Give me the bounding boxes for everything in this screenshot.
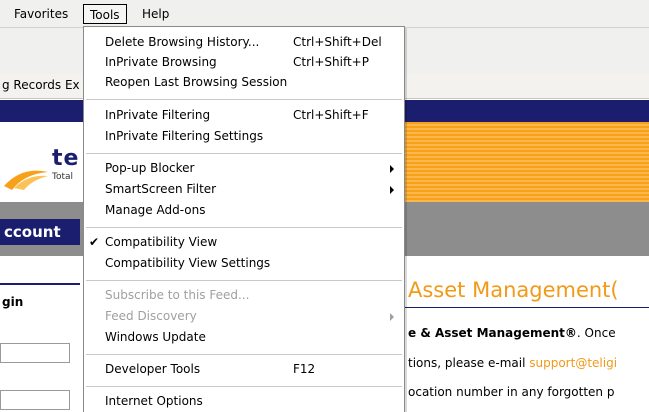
menu-item-shortcut: Ctrl+Shift+Del (293, 35, 382, 49)
menu-item-label: SmartScreen Filter (105, 182, 217, 196)
menu-item-manage-addons[interactable]: Manage Add-ons (84, 200, 404, 221)
sidebar-divider (0, 283, 80, 285)
menu-item-label: Delete Browsing History... (105, 35, 260, 49)
body-line-2: tions, please e-mail support@teligi (408, 356, 617, 370)
menu-item-label: Pop-up Blocker (105, 161, 195, 175)
menu-item-shortcut: Ctrl+Shift+F (293, 108, 369, 122)
login-username-input[interactable] (0, 343, 70, 363)
tab-records[interactable]: g Records Ex (2, 78, 80, 92)
checkmark-icon: ✔ (89, 235, 100, 249)
body-line-1-rest: . Once (576, 326, 616, 340)
menu-item-label: Windows Update (105, 330, 206, 344)
menu-item-developer-tools[interactable]: Developer Tools F12 (84, 359, 404, 380)
menu-item-delete-browsing-history[interactable]: Delete Browsing History... Ctrl+Shift+De… (84, 32, 404, 53)
menu-item-label: Reopen Last Browsing Session (105, 75, 288, 89)
body-line-2-text: tions, please e-mail (408, 356, 530, 370)
menu-item-windows-update[interactable]: Windows Update (84, 327, 404, 348)
menu-item-label: Subscribe to this Feed... (105, 288, 250, 302)
menu-item-label: Compatibility View (105, 235, 218, 249)
submenu-arrow-icon (390, 186, 394, 194)
menu-item-inprivate-browsing[interactable]: InPrivate Browsing Ctrl+Shift+P (84, 52, 404, 73)
menu-help[interactable]: Help (142, 7, 169, 21)
menu-item-label: InPrivate Filtering Settings (105, 129, 264, 143)
menu-item-label: InPrivate Browsing (105, 55, 217, 69)
support-email-link[interactable]: support@teligi (529, 356, 617, 370)
menu-item-inprivate-filtering-settings[interactable]: InPrivate Filtering Settings (84, 126, 404, 147)
body-line-1: e & Asset Management®. Once (408, 326, 616, 340)
body-bold-product: e & Asset Management® (408, 326, 577, 340)
logo-text: te (52, 146, 80, 171)
menu-item-label: Compatibility View Settings (105, 256, 271, 270)
menu-favorites[interactable]: Favorites (14, 7, 68, 21)
logo-swoosh-icon (4, 170, 48, 190)
menu-item-feed-discovery: Feed Discovery (84, 306, 404, 327)
page-heading: Asset Management( (408, 278, 619, 302)
tools-dropdown-menu: Delete Browsing History... Ctrl+Shift+De… (83, 26, 405, 412)
submenu-arrow-icon (390, 165, 394, 173)
menu-separator (86, 386, 402, 387)
body-line-3: ocation number in any forgotten p (408, 385, 615, 399)
menu-separator (86, 153, 402, 154)
menu-separator (86, 354, 402, 355)
submenu-arrow-icon (390, 313, 394, 321)
menu-item-label: Manage Add-ons (105, 203, 206, 217)
menu-item-compatibility-view-settings[interactable]: Compatibility View Settings (84, 253, 404, 274)
menu-item-smartscreen-filter[interactable]: SmartScreen Filter (84, 179, 404, 200)
menu-item-reopen-last-session[interactable]: Reopen Last Browsing Session (84, 72, 404, 93)
menu-separator (86, 99, 402, 100)
menu-separator (86, 227, 402, 228)
menu-item-compatibility-view[interactable]: ✔ Compatibility View (84, 232, 404, 253)
menu-item-shortcut: F12 (293, 362, 316, 376)
login-label: gin (2, 295, 24, 309)
menu-item-label: Feed Discovery (105, 309, 197, 323)
login-password-input[interactable] (0, 390, 70, 410)
menu-item-label: Developer Tools (105, 362, 201, 376)
account-nav-button[interactable]: ccount (0, 219, 80, 245)
menu-item-shortcut: Ctrl+Shift+P (293, 55, 369, 69)
menu-item-popup-blocker[interactable]: Pop-up Blocker (84, 158, 404, 179)
menu-item-label: Internet Options (105, 394, 203, 408)
menu-item-subscribe-feed: Subscribe to this Feed... (84, 285, 404, 306)
menu-bar: Favorites Tools Help (0, 0, 649, 28)
menu-tools[interactable]: Tools (83, 4, 127, 24)
menu-item-label: InPrivate Filtering (105, 108, 211, 122)
heading-rule (405, 307, 649, 308)
menu-separator (86, 280, 402, 281)
logo-subtext: Total (52, 172, 74, 182)
menu-item-inprivate-filtering[interactable]: InPrivate Filtering Ctrl+Shift+F (84, 105, 404, 126)
menu-item-internet-options[interactable]: Internet Options (84, 391, 404, 412)
